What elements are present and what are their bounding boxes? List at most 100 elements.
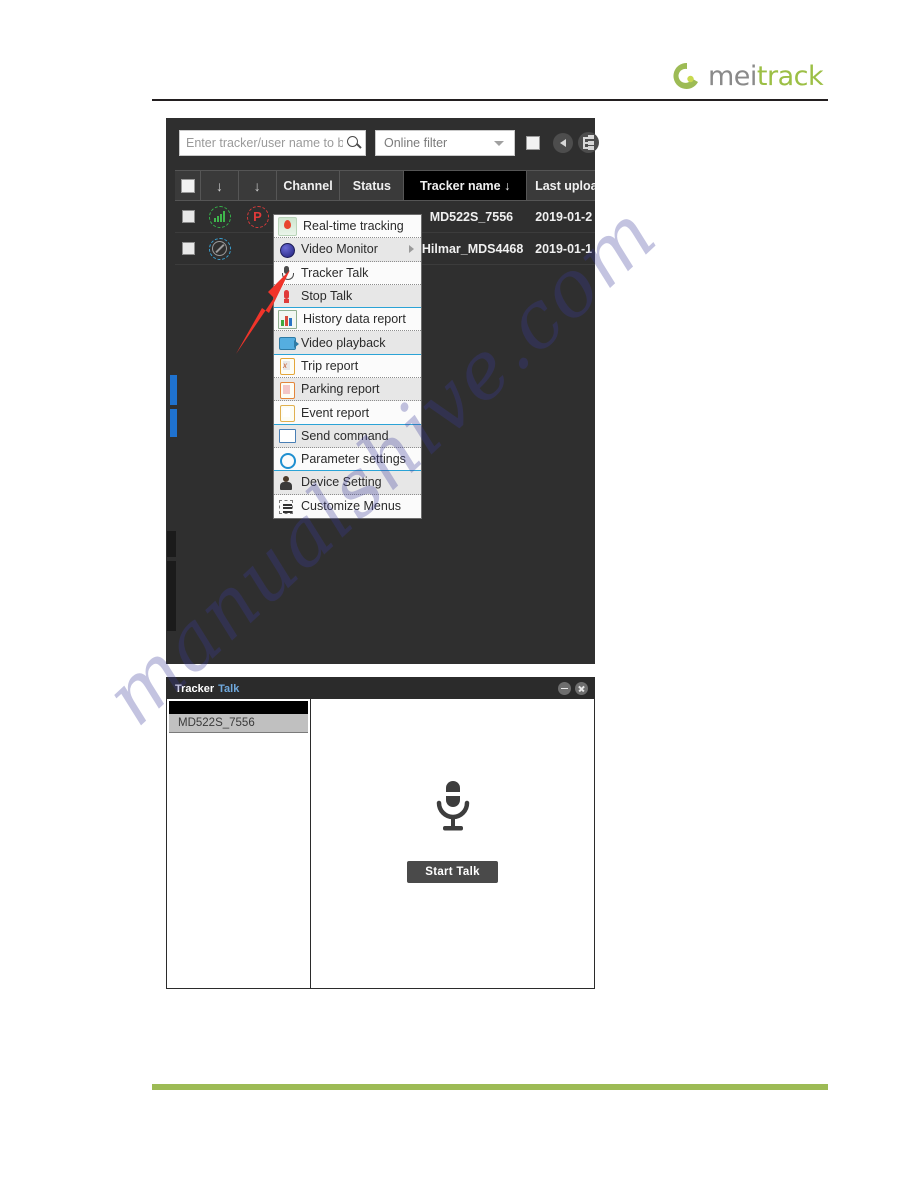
tracker-talk-dialog: Tracker Talk MD522S_7556 Start Talk [166,677,595,989]
collapse-left-icon[interactable] [553,133,573,153]
dialog-title-bar: Tracker Talk [167,678,594,699]
header-status-label: Status [352,178,391,193]
clipboard-trip-icon: x [278,357,295,376]
header-sort-1[interactable]: ↓ [201,171,239,200]
menu-item-tracker-talk[interactable]: Tracker Talk [274,261,421,285]
search-placeholder: Enter tracker/user name to be [186,136,343,150]
menu-item-stop-talk[interactable]: Stop Talk [274,284,421,309]
footer-divider [152,1084,828,1090]
side-marker-blue-upper[interactable] [170,375,177,405]
menu-label: Real-time tracking [303,219,404,234]
microphone-large-icon [431,779,475,835]
menu-item-real-time-tracking[interactable]: Real-time tracking [274,215,421,239]
online-filter-value: Online filter [384,136,448,150]
menu-label: Tracker Talk [301,265,369,280]
menu-label: Device Setting [301,475,382,490]
map-pin-icon [278,216,297,236]
clipboard-parking-icon [278,381,295,399]
header-divider [152,99,828,101]
menu-item-parameter-settings[interactable]: Parameter settings [274,447,421,472]
search-icon[interactable] [343,132,365,154]
circle-outline-icon [278,451,296,469]
toolbar-checkbox[interactable] [526,136,540,150]
menu-label: Stop Talk [301,289,353,304]
row-tracker-name-cell: MD522S_7556 [404,201,527,232]
header-tracker-name[interactable]: Tracker name ↓ [404,171,528,200]
meitrack-logo-icon [672,61,702,91]
microphone-red-icon [278,288,295,305]
window-command-icon [278,427,296,444]
brand-name-part1: mei [708,60,757,92]
bar-chart-icon [278,309,297,329]
close-icon[interactable] [575,682,588,695]
menu-label: Send command [301,428,389,443]
last-upload-value: 2019-01-1 [535,241,593,256]
parking-p-icon: P [246,205,269,228]
row-checkbox-cell[interactable] [175,201,201,232]
menu-label: History data report [303,312,406,327]
row-last-upload-cell: 2019-01-2 [527,201,595,232]
menu-item-customize-menus[interactable]: Customize Menus [274,494,421,518]
menu-item-device-setting[interactable]: Device Setting [274,471,421,495]
header-checkbox[interactable] [180,178,195,193]
minimize-icon[interactable] [558,682,571,695]
header-channel-label: Channel [283,178,333,193]
side-marker-blue-lower[interactable] [170,409,177,437]
last-upload-value: 2019-01-2 [535,209,593,224]
header-channel[interactable]: Channel [277,171,341,200]
list-item[interactable]: MD522S_7556 [169,714,308,733]
dialog-title-part1: Tracker [175,682,215,695]
tree-view-icon[interactable] [578,132,599,153]
row-icon-noentry-cell [201,233,239,264]
header-sort-2[interactable]: ↓ [239,171,277,200]
sort-down-icon: ↓ [216,177,223,194]
row-checkbox-cell[interactable] [175,233,201,264]
brand-name-part2: track [756,60,824,92]
row-icon-empty-cell [239,233,277,264]
menu-item-event-report[interactable]: Event report [274,401,421,425]
menu-item-history-data-report[interactable]: History data report [274,308,421,332]
header-last-upload-label: Last uploa [535,178,595,193]
menu-label: Event report [301,405,370,420]
start-talk-button[interactable]: Start Talk [407,860,498,883]
device-list-header [169,701,308,714]
table-header-row: ↓ ↓ Channel Status Tracker name ↓ Last u… [175,170,595,201]
sort-down-icon: ↓ [253,177,261,194]
menu-item-video-playback[interactable]: Video playback [274,331,421,355]
row-icon-signal-cell [201,201,239,232]
context-menu: Real-time tracking Video Monitor Tracker… [273,214,422,519]
panel-toolbar: Enter tracker/user name to be Online fil… [166,118,599,170]
globe-icon [278,241,295,258]
menu-label: Parameter settings [301,452,406,467]
brand-name: meitrack [708,60,824,92]
header-status[interactable]: Status [340,171,405,200]
menu-item-send-command[interactable]: Send command [274,424,421,448]
dialog-device-list: MD522S_7556 [167,699,311,988]
menu-item-trip-report[interactable]: x Trip report [274,354,421,379]
header-last-upload[interactable]: Last uploa [527,171,595,200]
tracker-name-value: Hilmar_MDS4468 [421,241,524,256]
dialog-body: MD522S_7556 Start Talk [167,699,594,988]
menu-lines-icon [278,498,295,515]
row-last-upload-cell: 2019-01-1 [527,233,595,264]
online-filter-select[interactable]: Online filter [375,130,515,156]
side-marker-dark-upper[interactable] [167,531,176,557]
menu-item-parking-report[interactable]: Parking report [274,378,421,402]
menu-label: Video Monitor [301,242,378,257]
menu-label: Video playback [301,335,386,350]
clipboard-event-icon [278,404,295,423]
tracker-name-value: MD522S_7556 [429,209,514,224]
row-checkbox[interactable] [181,242,195,255]
header-select-all[interactable] [175,171,202,200]
chevron-right-icon [409,245,414,254]
device-list-item-label: MD522S_7556 [178,717,255,729]
menu-item-video-monitor[interactable]: Video Monitor [274,238,421,262]
row-tracker-name-cell: Hilmar_MDS4468 [404,233,527,264]
menu-label: Trip report [301,358,359,373]
side-marker-dark-lower[interactable] [167,561,176,631]
dialog-title-part2: Talk [218,682,240,695]
row-checkbox[interactable] [181,210,195,223]
microphone-dark-icon [278,264,295,281]
search-input[interactable]: Enter tracker/user name to be [179,130,366,156]
no-entry-icon [208,237,231,260]
